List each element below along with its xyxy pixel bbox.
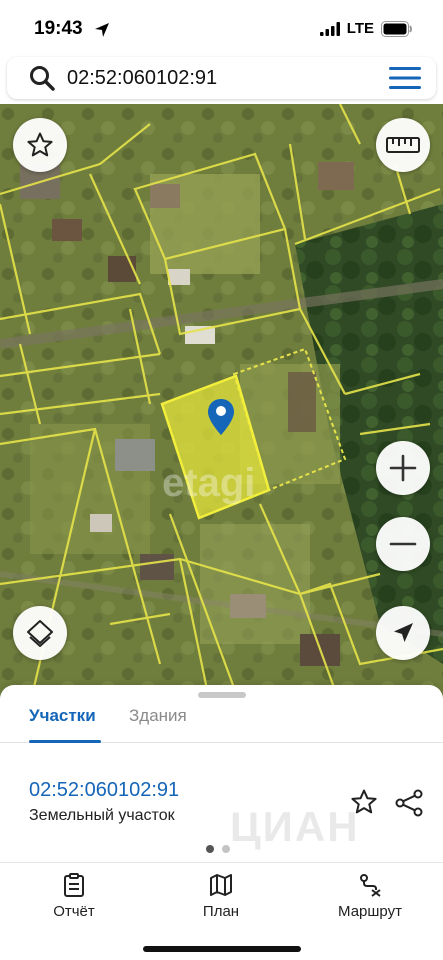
home-indicator[interactable] [143,946,301,952]
page-indicator [206,845,230,853]
ruler-icon [386,137,420,153]
layers-button[interactable] [13,606,67,660]
search-bar[interactable]: 02:52:060102:91 [7,57,436,99]
nav-route[interactable]: Маршрут [330,873,410,920]
search-input[interactable]: 02:52:060102:91 [67,67,217,90]
parcel-type: Земельный участок [29,807,175,824]
network-type: LTE [346,20,374,37]
my-location-button[interactable] [376,606,430,660]
status-time: 19:43 [34,18,83,39]
sheet-tabs: Участки Здания [0,703,443,743]
tab-parcels[interactable]: Участки [29,706,96,726]
page-dot [222,845,230,853]
status-bar: 19:43 LTE [0,0,443,56]
sheet-grabber[interactable] [198,692,246,698]
nav-report-label: Отчёт [53,903,95,920]
tab-buildings[interactable]: Здания [129,706,187,726]
star-outline-icon[interactable] [350,788,378,816]
layers-icon [27,620,53,647]
battery-icon [381,20,412,37]
map-plan-icon [210,874,232,896]
location-arrow-icon [95,23,109,37]
favorite-map-button[interactable] [13,118,67,172]
nav-plan-label: План [202,903,240,920]
map-watermark: etagi [162,461,255,505]
location-pin-icon[interactable] [207,398,235,436]
star-outline-icon [27,132,53,157]
zoom-out-button[interactable] [376,517,430,571]
map-view[interactable]: etagi [0,104,443,704]
share-icon[interactable] [394,788,424,818]
navigation-arrow-icon [394,623,413,642]
zoom-in-button[interactable] [376,441,430,495]
nav-plan[interactable]: План [190,873,252,920]
search-icon[interactable] [29,65,55,91]
plus-icon [389,454,417,482]
ruler-button[interactable] [376,118,430,172]
nav-report[interactable]: Отчёт [43,873,105,920]
minus-icon [389,542,417,546]
menu-icon[interactable] [389,67,421,89]
tab-active-indicator [29,740,101,743]
sheet-watermark: ЦИАН [230,803,360,850]
signal-icon [319,21,340,36]
bottom-navigation: Отчёт План Маршрут [0,862,443,960]
nav-route-label: Маршрут [338,903,402,920]
parcel-cadastral-number[interactable]: 02:52:060102:91 [29,779,179,802]
bottom-sheet[interactable]: Участки Здания ЦИАН 02:52:060102:91 Земе… [0,685,443,865]
page-dot-active [206,845,214,853]
route-icon [360,874,381,897]
report-icon [64,873,84,897]
